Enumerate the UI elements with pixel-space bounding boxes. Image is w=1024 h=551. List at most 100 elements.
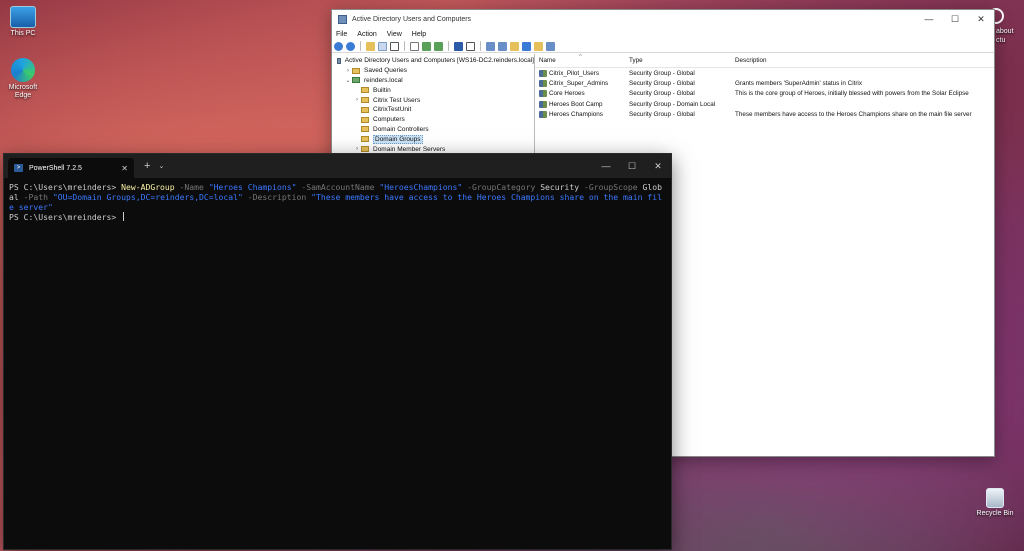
minimize-button[interactable]: — [916,10,942,28]
forward-arrow-icon[interactable] [346,41,355,51]
sort-caret-icon: ^ [579,54,582,60]
column-type-header[interactable]: Type [627,57,733,64]
menu-view[interactable]: View [387,31,402,38]
desktop-icon-edge[interactable]: Microsoft Edge [0,58,46,100]
parameter-name: -SamAccountName [296,182,380,192]
table-row[interactable]: Heroes Boot Camp Security Group - Domain … [535,99,994,109]
ad-toolbar [332,40,994,53]
tree-item[interactable]: Domain Controllers [332,125,534,135]
desktop-icon-label: Recycle Bin [976,510,1014,517]
tree-item-label: Domain Groups [373,134,423,144]
filter-icon[interactable] [522,41,531,51]
parameter-name: -Name [174,182,209,192]
new-tab-button[interactable]: + [144,160,150,172]
group-type-cell: Security Group - Global [629,90,695,98]
text-cursor [123,212,125,221]
cmdlet: New-ADGroup [121,182,175,192]
ps-tab[interactable]: > PowerShell 7.2.5 ✕ [8,158,134,178]
ps-window-controls: — ☐ ✕ [593,157,671,175]
folder-icon [361,97,369,104]
tree-item-label: Builtin [373,86,391,94]
tree-item-label: Computers [373,116,405,124]
export-list-icon[interactable] [434,41,443,51]
new-ou-icon[interactable] [510,41,519,51]
menu-help[interactable]: Help [412,31,426,38]
table-row[interactable]: Heroes Champions Security Group - Global T… [535,109,994,119]
group-name-cell: Core Heroes [535,90,627,98]
group-description-cell: These members have access to the Heroes … [735,110,972,118]
expand-chevron-icon[interactable]: › [344,68,352,74]
console-output[interactable]: PS C:\Users\mreinders> New-ADGroup -Name… [4,178,671,226]
add-to-group-icon[interactable] [546,41,555,51]
list-rows: Citrix_Pilot_Users Security Group - Globa… [535,68,994,119]
toolbar-separator [360,41,361,51]
group-name-cell: Citrix_Super_Admins [535,79,627,87]
maximize-button[interactable]: ☐ [619,157,645,175]
desktop-icon-recycle-bin[interactable]: Recycle Bin [972,488,1018,518]
column-description-header[interactable]: Description [733,57,994,64]
group-icon [539,100,547,108]
close-button[interactable]: ✕ [645,157,671,175]
tree-item[interactable]: › Citrix Test Users [332,95,534,105]
ps-tab-title: PowerShell 7.2.5 [29,164,82,172]
parameter-name: -GroupCategory [462,182,541,192]
ps-tab-bar: > PowerShell 7.2.5 ✕ + ⌄ — ☐ ✕ [4,154,671,178]
edge-icon [11,58,35,82]
tree-item-label: Saved Queries [364,67,407,75]
table-row[interactable]: Citrix_Super_Admins Security Group - Glob… [535,78,994,88]
menu-action[interactable]: Action [357,31,376,38]
maximize-button[interactable]: ☐ [942,10,968,28]
back-arrow-icon[interactable] [334,41,343,51]
expand-chevron-icon[interactable]: › [353,146,361,152]
new-user-icon[interactable] [486,41,495,51]
desktop-icon-label: This PC [10,30,36,37]
desktop-partial-label: about ctu [996,28,1014,44]
string-argument: "Heroes Champions" [208,182,297,192]
desktop-icon-this-pc[interactable]: This PC [0,6,46,38]
table-row[interactable]: Core Heroes Security Group - Global This i… [535,89,994,99]
tree-item[interactable]: Computers [332,115,534,125]
folder-icon [361,136,369,143]
delete-icon[interactable] [390,41,399,51]
powershell-window[interactable]: > PowerShell 7.2.5 ✕ + ⌄ — ☐ ✕ PS C:\Use… [3,153,672,550]
folder-icon [361,106,369,113]
string-argument: "HeroesChampions" [379,182,463,192]
desktop-icon-label: Microsoft Edge [8,84,38,100]
tree-item[interactable]: Domain Groups [332,134,534,144]
powershell-icon: > [14,164,23,172]
expand-chevron-icon[interactable]: ⌄ [344,77,352,84]
close-tab-icon[interactable]: ✕ [121,164,128,173]
group-name-cell: Heroes Champions [535,110,627,118]
table-row[interactable]: Citrix_Pilot_Users Security Group - Globa… [535,68,994,78]
ad-title-bar[interactable]: Active Directory Users and Computers — ☐… [332,10,994,28]
console-icon[interactable] [466,41,475,51]
prompt: PS C:\Users\mreinders> [9,212,117,222]
prompt: PS C:\Users\mreinders> [9,182,117,192]
up-folder-icon[interactable] [366,41,375,51]
tree-item-label: Active Directory Users and Computers [WS… [344,57,534,65]
tree-item[interactable]: Builtin [332,85,534,95]
new-group-icon[interactable] [498,41,507,51]
group-type-cell: Security Group - Global [629,79,695,87]
show-tree-icon[interactable] [378,41,387,51]
expand-chevron-icon[interactable]: › [353,97,361,103]
refresh-icon[interactable] [422,41,431,51]
close-button[interactable]: ✕ [968,10,994,28]
argument-value: Security [540,182,580,192]
tree-item[interactable]: ⌄ reinders.local [332,76,534,86]
chevron-down-icon[interactable]: ⌄ [158,162,164,170]
tree-item[interactable]: CitrixTestUnit [332,105,534,115]
parameter-name: -GroupScope [579,182,643,192]
desktop-partial-icon[interactable]: about ctu [988,8,1024,45]
tree-item[interactable]: › Saved Queries [332,66,534,76]
menu-file[interactable]: File [336,31,347,38]
tree-item[interactable]: Active Directory Users and Computers [WS… [332,56,534,66]
minimize-button[interactable]: — [593,157,619,175]
find-icon[interactable] [534,41,543,51]
ad-window-title: Active Directory Users and Computers [352,15,472,23]
folder-icon [361,146,369,153]
group-name: Heroes Champions [549,110,603,118]
properties-icon[interactable] [410,41,419,51]
help-icon[interactable] [454,41,463,51]
group-name-cell: Citrix_Pilot_Users [535,69,627,77]
